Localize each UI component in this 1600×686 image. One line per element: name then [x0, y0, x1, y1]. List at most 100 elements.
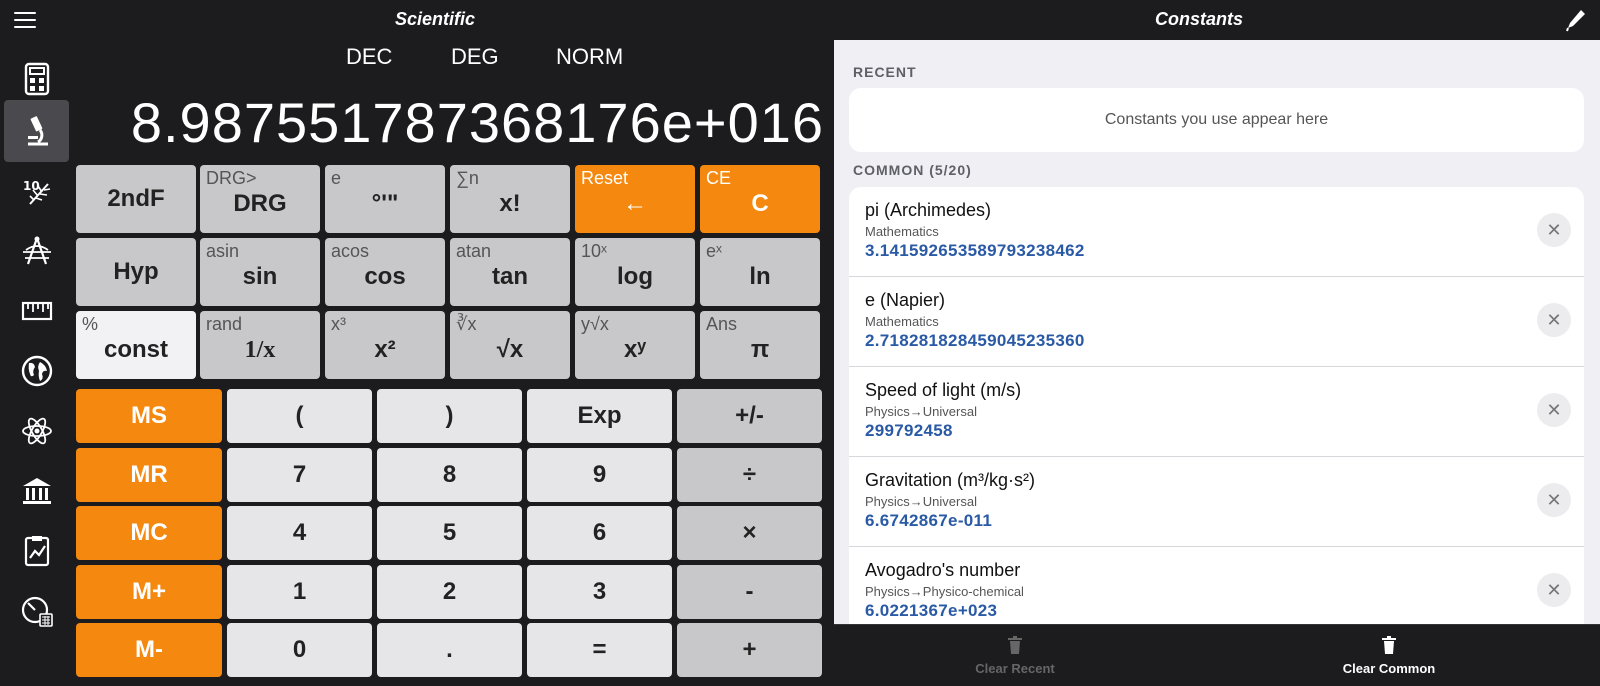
- compass-icon: [22, 236, 51, 265]
- memory-recall-key[interactable]: MR: [76, 448, 222, 502]
- constant-row-avogadro[interactable]: Avogadro's number Physics→Physico-chemic…: [849, 547, 1584, 624]
- sidebar-item-scientific[interactable]: [4, 100, 69, 162]
- sidebar-item-world[interactable]: [4, 340, 69, 402]
- constant-row-e[interactable]: e (Napier) Mathematics 2.718281828459045…: [849, 277, 1584, 367]
- second-function-key[interactable]: 2ndF: [76, 165, 196, 233]
- sidebar-item-finance[interactable]: [4, 460, 69, 522]
- globe-icon: [21, 355, 52, 387]
- digit-5-key[interactable]: 5: [377, 506, 522, 560]
- digit-6-key[interactable]: 6: [527, 506, 672, 560]
- calculator-icon: [24, 62, 49, 96]
- cos-key[interactable]: acos cos: [325, 238, 445, 306]
- power-key[interactable]: y√x xʸ: [575, 311, 695, 379]
- bank-icon: [22, 478, 51, 504]
- constant-category: Physics→Universal: [865, 494, 977, 509]
- remove-close-icon[interactable]: ✕: [1537, 303, 1571, 337]
- constants-toolbar: Clear Recent Clear Common: [834, 624, 1600, 686]
- memory-add-key[interactable]: M+: [76, 565, 222, 619]
- square-key[interactable]: x³ x²: [325, 311, 445, 379]
- clear-key[interactable]: CE C: [700, 165, 820, 233]
- digit-2-key[interactable]: 2: [377, 565, 522, 619]
- memory-subtract-key[interactable]: M-: [76, 623, 222, 677]
- tan-key[interactable]: atan tan: [450, 238, 570, 306]
- multiply-key[interactable]: ×: [677, 506, 822, 560]
- digit-8-key[interactable]: 8: [377, 448, 522, 502]
- sidebar: 10: [0, 40, 72, 686]
- sidebar-item-statistics[interactable]: [4, 520, 69, 582]
- add-key[interactable]: +: [677, 623, 822, 677]
- constant-value: 299792458: [865, 421, 953, 440]
- memory-store-key[interactable]: MS: [76, 389, 222, 443]
- notation-mode-toggle[interactable]: NORM: [556, 44, 623, 70]
- constant-value: 6.0221367e+023: [865, 601, 998, 620]
- subtract-key[interactable]: -: [677, 565, 822, 619]
- recent-section-header: RECENT: [853, 64, 917, 80]
- constant-category: Physics→Physico-chemical: [865, 584, 1024, 599]
- drg-key[interactable]: DRG> DRG: [200, 165, 320, 233]
- constant-row-pi[interactable]: pi (Archimedes) Mathematics 3.1415926535…: [849, 187, 1584, 277]
- sidebar-item-units[interactable]: [4, 280, 69, 342]
- log-key[interactable]: 10ˣ log: [575, 238, 695, 306]
- constant-value: 3.14159265358979323846​2: [865, 241, 1085, 260]
- app-window: Scientific Constants 10 DEC DEG NORM 8.9…: [0, 0, 1600, 686]
- constant-category: Mathematics: [865, 224, 939, 239]
- divide-key[interactable]: ÷: [677, 448, 822, 502]
- trash-icon: [1382, 636, 1396, 654]
- sqrt-key[interactable]: ∛x √x: [450, 311, 570, 379]
- microscope-icon: [27, 116, 48, 146]
- constant-row-gravitation[interactable]: Gravitation (m³/kg·s²) Physics→Universal…: [849, 457, 1584, 547]
- remove-close-icon[interactable]: ✕: [1537, 393, 1571, 427]
- constant-row-speed-of-light[interactable]: Speed of light (m/s) Physics→Universal 2…: [849, 367, 1584, 457]
- const-key[interactable]: % const: [76, 311, 196, 379]
- sidebar-item-physics[interactable]: [4, 400, 69, 462]
- constant-name: pi (Archimedes): [865, 200, 992, 220]
- sin-key[interactable]: asin sin: [200, 238, 320, 306]
- memory-clear-key[interactable]: MC: [76, 506, 222, 560]
- digit-3-key[interactable]: 3: [527, 565, 672, 619]
- clear-common-button[interactable]: Clear Common: [1304, 635, 1474, 676]
- pi-key[interactable]: Ans π: [700, 311, 820, 379]
- digit-0-key[interactable]: 0: [227, 623, 372, 677]
- mode-bar: DEC DEG NORM: [72, 44, 834, 74]
- clear-common-label: Clear Common: [1342, 661, 1436, 676]
- calculator-title: Scientific: [394, 9, 476, 29]
- edit-pencil-icon[interactable]: [1565, 8, 1587, 32]
- exp-key[interactable]: Exp: [527, 389, 672, 443]
- digit-9-key[interactable]: 9: [527, 448, 672, 502]
- digit-1-key[interactable]: 1: [227, 565, 372, 619]
- trash-icon: [1008, 636, 1022, 654]
- constant-value: 2.71828182845904523536​0: [865, 331, 1085, 350]
- hyp-key[interactable]: Hyp: [76, 238, 196, 306]
- clear-recent-button[interactable]: Clear Recent: [930, 635, 1100, 676]
- angle-mode-toggle[interactable]: DEG: [451, 44, 499, 70]
- dms-key[interactable]: e °'": [325, 165, 445, 233]
- remove-close-icon[interactable]: ✕: [1537, 483, 1571, 517]
- hamburger-menu-icon[interactable]: [14, 9, 36, 31]
- digit-7-key[interactable]: 7: [227, 448, 372, 502]
- plus-minus-key[interactable]: +/-: [677, 389, 822, 443]
- remove-close-icon[interactable]: ✕: [1537, 213, 1571, 247]
- top-bar: Scientific Constants: [0, 0, 1600, 40]
- factorial-key[interactable]: ∑n x!: [450, 165, 570, 233]
- equals-key[interactable]: =: [527, 623, 672, 677]
- ln-key[interactable]: eˣ ln: [700, 238, 820, 306]
- constants-title: Constants: [1154, 9, 1243, 29]
- decimal-point-key[interactable]: .: [377, 623, 522, 677]
- base-mode-toggle[interactable]: DEC: [346, 44, 392, 70]
- sidebar-item-geometry[interactable]: [4, 220, 69, 282]
- recent-empty-card: Constants you use appear here: [849, 88, 1584, 152]
- constant-name: Avogadro's number: [865, 560, 1021, 580]
- reciprocal-key[interactable]: rand 1/x: [200, 311, 320, 379]
- meter-icon: [21, 596, 53, 627]
- sidebar-item-tools[interactable]: [4, 580, 69, 642]
- close-paren-key[interactable]: ): [377, 389, 522, 443]
- constant-category: Mathematics: [865, 314, 939, 329]
- sidebar-item-fraction[interactable]: 10: [4, 160, 69, 222]
- remove-close-icon[interactable]: ✕: [1537, 573, 1571, 607]
- digit-4-key[interactable]: 4: [227, 506, 372, 560]
- common-constants-list: pi (Archimedes) Mathematics 3.1415926535…: [849, 187, 1584, 624]
- open-paren-key[interactable]: (: [227, 389, 372, 443]
- common-section-header: COMMON (5/20): [853, 162, 972, 178]
- clipboard-chart-icon: [24, 536, 49, 567]
- backspace-key[interactable]: Reset ←: [575, 165, 695, 233]
